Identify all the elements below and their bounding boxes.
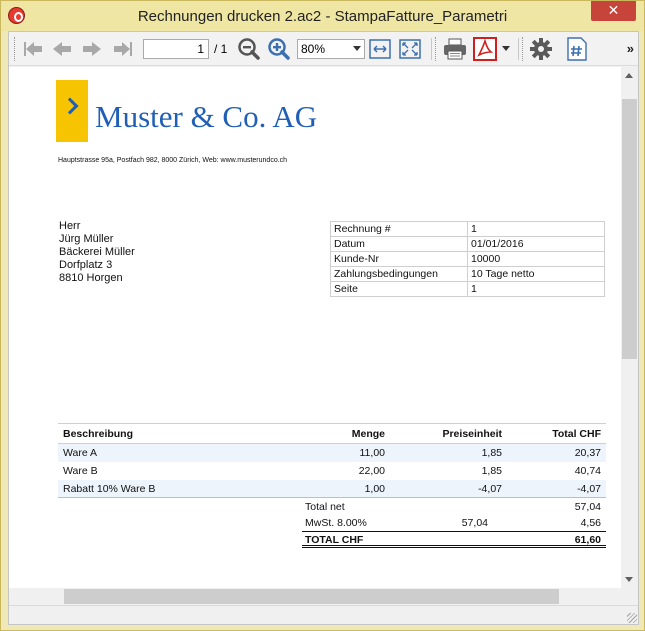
item-unit-price: -4,07 <box>478 483 502 495</box>
info-value: 1 <box>467 221 605 237</box>
info-label: Datum <box>330 236 468 252</box>
horizontal-scrollbar[interactable] <box>9 588 621 605</box>
info-label: Seite <box>330 281 468 297</box>
items-header-row: Beschreibung Menge Preiseinheit Total CH… <box>58 423 606 444</box>
item-quantity: 1,00 <box>364 483 385 495</box>
info-row: Zahlungsbedingungen 10 Tage netto <box>330 266 605 282</box>
item-quantity: 22,00 <box>358 465 385 477</box>
item-unit-price: 1,85 <box>481 447 502 459</box>
pdf-icon[interactable] <box>471 36 499 62</box>
toolbar-overflow-button[interactable]: » <box>627 41 634 56</box>
company-name: Muster & Co. AG <box>95 99 318 134</box>
info-value: 1 <box>467 281 605 297</box>
recipient-line: Bäckerei Müller <box>59 246 135 258</box>
vat-row: MwSt. 8.00% 57,04 4,56 <box>302 515 606 531</box>
total-net-row: Total net 57,04 <box>302 499 606 515</box>
toolbar: 1 / 1 80% » <box>9 32 638 66</box>
info-row: Rechnung #1 <box>330 221 605 237</box>
table-row: Ware B 22,00 1,85 40,74 <box>58 462 606 480</box>
prev-page-icon[interactable] <box>49 36 75 62</box>
grand-total-value: 61,60 <box>574 534 601 546</box>
header-quantity: Menge <box>351 428 385 440</box>
info-row: Datum 01/01/2016 <box>330 236 605 252</box>
item-unit-price: 1,85 <box>481 465 502 477</box>
recipient-line: Jürg Müller <box>59 233 114 245</box>
grand-total-label: TOTAL CHF <box>305 534 364 546</box>
zoom-select[interactable]: 80% <box>297 39 365 59</box>
window-title: Rechnungen drucken 2.ac2 - StampaFatture… <box>137 8 508 25</box>
info-label: Kunde-Nr <box>330 251 468 267</box>
close-button[interactable]: ✕ <box>591 1 636 21</box>
grand-total-row: TOTAL CHF 61,60 <box>302 531 606 548</box>
last-page-icon[interactable] <box>109 36 135 62</box>
total-value: 4,56 <box>580 517 601 529</box>
scroll-down-icon[interactable] <box>625 577 633 582</box>
item-description: Ware B <box>63 465 98 477</box>
zoom-out-icon[interactable] <box>236 36 262 62</box>
client-area: 1 / 1 80% » Muster & Co. AG Hauptstrasse… <box>8 31 639 625</box>
settings-icon[interactable] <box>527 36 555 62</box>
info-row: Kunde-Nr 10000 <box>330 251 605 267</box>
horizontal-scroll-thumb[interactable] <box>64 589 559 604</box>
dropdown-icon[interactable] <box>500 36 512 62</box>
toolbar-separator <box>431 38 432 60</box>
zoom-in-icon[interactable] <box>266 36 292 62</box>
status-bar <box>9 605 638 624</box>
scroll-up-icon[interactable] <box>625 73 633 78</box>
app-window: Rechnungen drucken 2.ac2 - StampaFatture… <box>0 0 645 631</box>
info-label: Zahlungsbedingungen <box>330 266 468 282</box>
company-address: Hauptstrasse 95a, Postfach 982, 8000 Zür… <box>58 157 288 164</box>
header-description: Beschreibung <box>63 428 134 440</box>
page-number-input[interactable]: 1 <box>143 39 209 59</box>
recipient-line: Dorfplatz 3 <box>59 259 113 271</box>
line-items-table: Beschreibung Menge Preiseinheit Total CH… <box>58 423 606 498</box>
chevron-down-icon <box>353 46 361 51</box>
next-page-icon[interactable] <box>79 36 105 62</box>
invoice-info-table: Rechnung #1 Datum 01/01/2016 Kunde-Nr 1000… <box>330 221 605 297</box>
print-icon[interactable] <box>441 36 469 62</box>
total-value: 57,04 <box>574 501 601 513</box>
fit-page-icon[interactable] <box>398 36 422 62</box>
page-number-icon[interactable] <box>564 36 590 62</box>
page-total: / 1 <box>214 42 228 56</box>
toolbar-grip[interactable] <box>522 37 525 61</box>
item-total: 20,37 <box>574 447 601 459</box>
header-unit-price: Preiseinheit <box>442 428 502 440</box>
item-description: Ware A <box>63 447 98 459</box>
item-total: 40,74 <box>574 465 601 477</box>
info-value: 01/01/2016 <box>467 236 605 252</box>
toolbar-grip[interactable] <box>435 37 438 61</box>
zoom-value: 80% <box>301 42 326 56</box>
total-base: 57,04 <box>461 517 488 529</box>
recipient-line: 8810 Horgen <box>59 272 123 284</box>
info-value: 10000 <box>467 251 605 267</box>
total-label: Total net <box>305 501 345 513</box>
toolbar-separator <box>518 38 519 60</box>
table-row: Ware A 11,00 1,85 20,37 <box>58 444 606 462</box>
vertical-scroll-thumb[interactable] <box>622 99 637 359</box>
vertical-scrollbar[interactable] <box>621 67 638 588</box>
header-total: Total CHF <box>552 428 601 440</box>
resize-grip-icon[interactable] <box>627 613 637 623</box>
toolbar-grip[interactable] <box>14 37 17 61</box>
info-value: 10 Tage netto <box>467 266 605 282</box>
info-row: Seite 1 <box>330 281 605 297</box>
title-bar[interactable]: Rechnungen drucken 2.ac2 - StampaFatture… <box>1 1 644 31</box>
recipient-line: Herr <box>59 220 81 232</box>
item-description: Rabatt 10% Ware B <box>63 483 156 495</box>
table-row: Rabatt 10% Ware B 1,00 -4,07 -4,07 <box>58 480 606 498</box>
first-page-icon[interactable] <box>21 36 47 62</box>
totals-block: Total net 57,04 MwSt. 8.00% 57,04 4,56 T… <box>302 499 606 548</box>
item-quantity: 11,00 <box>359 447 386 459</box>
document-viewport[interactable]: Muster & Co. AG Hauptstrasse 95a, Postfa… <box>9 67 621 588</box>
info-label: Rechnung # <box>330 221 468 237</box>
fit-width-icon[interactable] <box>368 36 392 62</box>
total-label: MwSt. 8.00% <box>305 517 367 529</box>
item-total: -4,07 <box>577 483 601 495</box>
recipient-address: Herr Jürg Müller Bäckerei Müller Dorfpla… <box>59 220 135 285</box>
